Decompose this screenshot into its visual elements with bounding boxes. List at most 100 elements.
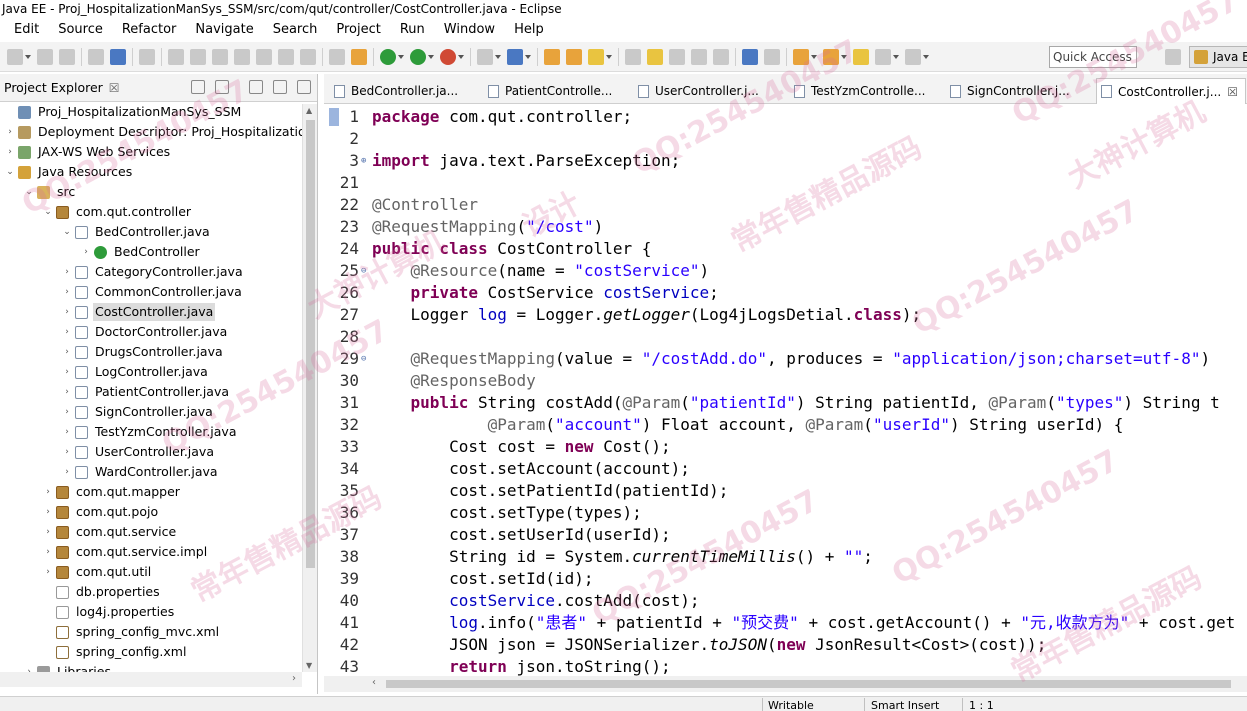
tree-item[interactable]: ⌄ com.qut.controller <box>0 202 302 222</box>
open-type-icon[interactable] <box>544 48 560 65</box>
code-line[interactable]: 26 private CostService costService; <box>324 282 1247 304</box>
server-icon[interactable] <box>110 48 126 65</box>
close-icon[interactable]: ☒ <box>109 81 120 95</box>
code-line[interactable]: 37 cost.setUserId(userId); <box>324 524 1247 546</box>
collapse-fold-icon[interactable]: ⊖ <box>361 348 366 370</box>
search-dropdown-icon[interactable] <box>606 54 612 59</box>
tree-item[interactable]: spring_config_mvc.xml <box>0 622 302 642</box>
suspend-icon[interactable] <box>190 48 206 65</box>
editor-tab[interactable]: SignController.j... <box>946 79 1092 103</box>
collapsed-arrow-icon[interactable]: › <box>42 507 54 517</box>
tree-item[interactable]: › SignController.java <box>0 402 302 422</box>
code-area[interactable]: 1 package com.qut.controller; 2 3 ⊕ import ja… <box>324 104 1247 682</box>
quick-access-input[interactable]: Quick Access <box>1049 46 1137 68</box>
resume-icon[interactable] <box>168 48 184 65</box>
tree-item[interactable]: › LogController.java <box>0 362 302 382</box>
tree-item[interactable]: › CommonController.java <box>0 282 302 302</box>
tree-item[interactable]: › com.qut.service <box>0 522 302 542</box>
minimize-icon[interactable] <box>273 80 287 94</box>
new-java-project-dropdown-icon[interactable] <box>495 54 501 59</box>
mark-occurrences-icon[interactable] <box>647 48 663 65</box>
tree-item[interactable]: › CostController.java <box>0 302 302 322</box>
code-line[interactable]: 1 package com.qut.controller; <box>324 106 1247 128</box>
collapsed-arrow-icon[interactable]: › <box>42 527 54 537</box>
code-line[interactable]: 40 costService.costAdd(cost); <box>324 590 1247 612</box>
toggle-ant-editor-icon[interactable] <box>625 48 641 65</box>
tree-item[interactable]: › JAX-WS Web Services <box>0 142 302 162</box>
block-selection-icon[interactable] <box>691 48 707 65</box>
code-line[interactable]: 35 cost.setPatientId(patientId); <box>324 480 1247 502</box>
tree-item[interactable]: › com.qut.pojo <box>0 502 302 522</box>
code-line[interactable]: 43 return json.toString(); <box>324 656 1247 678</box>
scrollbar-thumb[interactable] <box>386 680 1231 688</box>
collapsed-arrow-icon[interactable]: › <box>61 267 73 277</box>
tree-item[interactable]: › com.qut.service.impl <box>0 542 302 562</box>
forward-icon[interactable] <box>905 48 921 65</box>
collapsed-arrow-icon[interactable]: › <box>4 147 16 157</box>
code-line[interactable]: 21 <box>324 172 1247 194</box>
code-line[interactable]: 34 cost.setAccount(account); <box>324 458 1247 480</box>
run-icon[interactable] <box>410 48 426 65</box>
explorer-vertical-scrollbar[interactable]: ▲ ▼ <box>302 104 317 672</box>
save-icon[interactable] <box>37 48 53 65</box>
tree-item[interactable]: › UserController.java <box>0 442 302 462</box>
tree-item[interactable]: › DoctorController.java <box>0 322 302 342</box>
collapsed-arrow-icon[interactable]: › <box>61 467 73 477</box>
menu-edit[interactable]: Edit <box>4 19 48 41</box>
collapsed-arrow-icon[interactable]: › <box>61 347 73 357</box>
collapsed-arrow-icon[interactable]: › <box>42 547 54 557</box>
tree-item[interactable]: ⌄ src <box>0 182 302 202</box>
code-line[interactable]: 38 String id = System.currentTimeMillis(… <box>324 546 1247 568</box>
code-line[interactable]: 32 @Param("account") Float account, @Par… <box>324 414 1247 436</box>
forward-dropdown-icon[interactable] <box>923 54 929 59</box>
tree-item[interactable]: › WardController.java <box>0 462 302 482</box>
open-perspective-icon[interactable] <box>1165 49 1181 65</box>
tree-item[interactable]: › DrugsController.java <box>0 342 302 362</box>
tree-item[interactable]: ⌄ BedController.java <box>0 222 302 242</box>
java-ee-perspective-button[interactable]: Java E <box>1189 46 1247 68</box>
collapsed-arrow-icon[interactable]: › <box>61 307 73 317</box>
tree-item[interactable]: › com.qut.mapper <box>0 482 302 502</box>
tree-item[interactable]: › BedController <box>0 242 302 262</box>
menu-run[interactable]: Run <box>390 19 434 41</box>
collapsed-arrow-icon[interactable]: › <box>42 567 54 577</box>
code-line[interactable]: 22 @Controller <box>324 194 1247 216</box>
tree-item[interactable]: › TestYzmController.java <box>0 422 302 442</box>
code-line[interactable]: 39 cost.setId(id); <box>324 568 1247 590</box>
menu-project[interactable]: Project <box>326 19 389 41</box>
collapsed-arrow-icon[interactable]: › <box>42 487 54 497</box>
menu-refactor[interactable]: Refactor <box>112 19 186 41</box>
code-line[interactable]: 25 ⊖ @Resource(name = "costService") <box>324 260 1247 282</box>
web-browser-icon[interactable] <box>742 48 758 65</box>
new-icon[interactable] <box>7 48 23 65</box>
code-line[interactable]: 3 ⊕ import java.text.ParseException; <box>324 150 1247 172</box>
collapsed-arrow-icon[interactable]: › <box>4 127 16 137</box>
code-line[interactable]: 23 @RequestMapping("/cost") <box>324 216 1247 238</box>
new-java-project-icon[interactable] <box>477 48 493 65</box>
view-menu-icon[interactable] <box>249 80 263 94</box>
collapsed-arrow-icon[interactable]: › <box>61 287 73 297</box>
code-line[interactable]: 36 cost.setType(types); <box>324 502 1247 524</box>
scroll-left-icon[interactable]: ‹ <box>372 677 376 688</box>
expand-fold-icon[interactable]: ⊕ <box>361 150 366 172</box>
collapse-all-icon[interactable] <box>191 80 205 94</box>
expanded-arrow-icon[interactable]: ⌄ <box>4 167 16 177</box>
previous-annotation-dropdown-icon[interactable] <box>841 54 847 59</box>
external-tools-dropdown-icon[interactable] <box>458 54 464 59</box>
collapsed-arrow-icon[interactable]: › <box>61 367 73 377</box>
debug-icon[interactable] <box>380 48 396 65</box>
editor-tab[interactable]: BedController.ja... <box>330 79 478 103</box>
disconnect-icon[interactable] <box>234 48 250 65</box>
code-line[interactable]: 33 Cost cost = new Cost(); <box>324 436 1247 458</box>
code-line[interactable]: 27 Logger log = Logger.getLogger(Log4jLo… <box>324 304 1247 326</box>
code-line[interactable]: 28 <box>324 326 1247 348</box>
tree-item[interactable]: db.properties <box>0 582 302 602</box>
maximize-icon[interactable] <box>297 80 311 94</box>
skip-breakpoints-icon[interactable] <box>139 48 155 65</box>
editor-horizontal-scrollbar[interactable]: ‹ <box>324 676 1247 692</box>
code-line[interactable]: 30 @ResponseBody <box>324 370 1247 392</box>
step-return-icon[interactable] <box>300 48 316 65</box>
tree-item[interactable]: › CategoryController.java <box>0 262 302 282</box>
back-dropdown-icon[interactable] <box>893 54 899 59</box>
show-whitespace-icon[interactable] <box>713 48 729 65</box>
